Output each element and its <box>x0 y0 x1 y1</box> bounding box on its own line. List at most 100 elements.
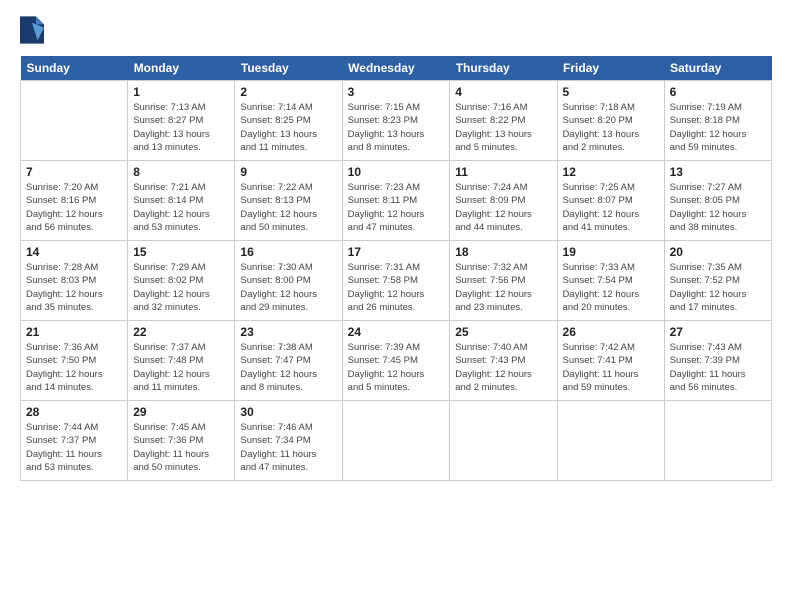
day-number: 24 <box>348 325 445 339</box>
day-number: 3 <box>348 85 445 99</box>
calendar-cell: 22 Sunrise: 7:37 AM Sunset: 7:48 PM Dayli… <box>128 321 235 401</box>
day-number: 6 <box>670 85 766 99</box>
calendar-cell: 30 Sunrise: 7:46 AM Sunset: 7:34 PM Dayli… <box>235 401 342 481</box>
day-info: Sunrise: 7:27 AM Sunset: 8:05 PM Dayligh… <box>670 181 766 234</box>
day-info: Sunrise: 7:19 AM Sunset: 8:18 PM Dayligh… <box>670 101 766 154</box>
calendar-cell: 21 Sunrise: 7:36 AM Sunset: 7:50 PM Dayli… <box>21 321 128 401</box>
calendar-cell: 26 Sunrise: 7:42 AM Sunset: 7:41 PM Dayli… <box>557 321 664 401</box>
day-number: 9 <box>240 165 336 179</box>
day-number: 14 <box>26 245 122 259</box>
calendar-cell: 11 Sunrise: 7:24 AM Sunset: 8:09 PM Dayli… <box>450 161 557 241</box>
calendar-cell <box>450 401 557 481</box>
day-info: Sunrise: 7:35 AM Sunset: 7:52 PM Dayligh… <box>670 261 766 314</box>
day-number: 10 <box>348 165 445 179</box>
day-info: Sunrise: 7:36 AM Sunset: 7:50 PM Dayligh… <box>26 341 122 394</box>
week-row-1: 1Sunrise: 7:13 AM Sunset: 8:27 PM Daylig… <box>21 81 772 161</box>
calendar-cell: 19 Sunrise: 7:33 AM Sunset: 7:54 PM Dayli… <box>557 241 664 321</box>
calendar-cell: 18Sunrise: 7:32 AM Sunset: 7:56 PM Dayli… <box>450 241 557 321</box>
day-info: Sunrise: 7:14 AM Sunset: 8:25 PM Dayligh… <box>240 101 336 154</box>
day-info: Sunrise: 7:37 AM Sunset: 7:48 PM Dayligh… <box>133 341 229 394</box>
day-info: Sunrise: 7:39 AM Sunset: 7:45 PM Dayligh… <box>348 341 445 394</box>
day-number: 5 <box>563 85 659 99</box>
day-number: 25 <box>455 325 551 339</box>
day-info: Sunrise: 7:42 AM Sunset: 7:41 PM Dayligh… <box>563 341 659 394</box>
header <box>20 16 772 44</box>
day-number: 13 <box>670 165 766 179</box>
day-number: 20 <box>670 245 766 259</box>
day-info: Sunrise: 7:40 AM Sunset: 7:43 PM Dayligh… <box>455 341 551 394</box>
week-row-4: 21 Sunrise: 7:36 AM Sunset: 7:50 PM Dayli… <box>21 321 772 401</box>
col-header-wednesday: Wednesday <box>342 56 450 81</box>
col-header-tuesday: Tuesday <box>235 56 342 81</box>
day-info: Sunrise: 7:45 AM Sunset: 7:36 PM Dayligh… <box>133 421 229 474</box>
day-info: Sunrise: 7:20 AM Sunset: 8:16 PM Dayligh… <box>26 181 122 234</box>
day-number: 19 <box>563 245 659 259</box>
day-number: 22 <box>133 325 229 339</box>
week-row-3: 14Sunrise: 7:28 AM Sunset: 8:03 PM Dayli… <box>21 241 772 321</box>
day-info: Sunrise: 7:44 AM Sunset: 7:37 PM Dayligh… <box>26 421 122 474</box>
calendar-cell: 15 Sunrise: 7:29 AM Sunset: 8:02 PM Dayli… <box>128 241 235 321</box>
day-number: 27 <box>670 325 766 339</box>
day-info: Sunrise: 7:33 AM Sunset: 7:54 PM Dayligh… <box>563 261 659 314</box>
day-info: Sunrise: 7:30 AM Sunset: 8:00 PM Dayligh… <box>240 261 336 314</box>
calendar-cell: 12 Sunrise: 7:25 AM Sunset: 8:07 PM Dayli… <box>557 161 664 241</box>
calendar-cell: 27Sunrise: 7:43 AM Sunset: 7:39 PM Dayli… <box>664 321 771 401</box>
day-info: Sunrise: 7:38 AM Sunset: 7:47 PM Dayligh… <box>240 341 336 394</box>
day-info: Sunrise: 7:16 AM Sunset: 8:22 PM Dayligh… <box>455 101 551 154</box>
calendar-cell: 8Sunrise: 7:21 AM Sunset: 8:14 PM Daylig… <box>128 161 235 241</box>
week-row-2: 7 Sunrise: 7:20 AM Sunset: 8:16 PM Daylig… <box>21 161 772 241</box>
day-info: Sunrise: 7:46 AM Sunset: 7:34 PM Dayligh… <box>240 421 336 474</box>
day-info: Sunrise: 7:24 AM Sunset: 8:09 PM Dayligh… <box>455 181 551 234</box>
logo <box>20 16 48 44</box>
calendar-header-row: SundayMondayTuesdayWednesdayThursdayFrid… <box>21 56 772 81</box>
calendar-cell: 16Sunrise: 7:30 AM Sunset: 8:00 PM Dayli… <box>235 241 342 321</box>
calendar-cell: 24 Sunrise: 7:39 AM Sunset: 7:45 PM Dayli… <box>342 321 450 401</box>
day-number: 12 <box>563 165 659 179</box>
calendar-cell <box>342 401 450 481</box>
day-number: 7 <box>26 165 122 179</box>
day-number: 2 <box>240 85 336 99</box>
calendar-cell: 5 Sunrise: 7:18 AM Sunset: 8:20 PM Daylig… <box>557 81 664 161</box>
day-number: 21 <box>26 325 122 339</box>
calendar-cell: 28 Sunrise: 7:44 AM Sunset: 7:37 PM Dayli… <box>21 401 128 481</box>
calendar-cell <box>664 401 771 481</box>
day-info: Sunrise: 7:29 AM Sunset: 8:02 PM Dayligh… <box>133 261 229 314</box>
calendar-cell: 2 Sunrise: 7:14 AM Sunset: 8:25 PM Daylig… <box>235 81 342 161</box>
day-number: 1 <box>133 85 229 99</box>
calendar-cell: 9 Sunrise: 7:22 AM Sunset: 8:13 PM Daylig… <box>235 161 342 241</box>
calendar-cell: 3 Sunrise: 7:15 AM Sunset: 8:23 PM Daylig… <box>342 81 450 161</box>
day-info: Sunrise: 7:15 AM Sunset: 8:23 PM Dayligh… <box>348 101 445 154</box>
week-row-5: 28 Sunrise: 7:44 AM Sunset: 7:37 PM Dayli… <box>21 401 772 481</box>
day-number: 8 <box>133 165 229 179</box>
calendar-cell: 23 Sunrise: 7:38 AM Sunset: 7:47 PM Dayli… <box>235 321 342 401</box>
day-number: 30 <box>240 405 336 419</box>
calendar-cell: 29 Sunrise: 7:45 AM Sunset: 7:36 PM Dayli… <box>128 401 235 481</box>
calendar-cell: 20 Sunrise: 7:35 AM Sunset: 7:52 PM Dayli… <box>664 241 771 321</box>
day-number: 23 <box>240 325 336 339</box>
calendar-table: SundayMondayTuesdayWednesdayThursdayFrid… <box>20 56 772 481</box>
day-number: 18 <box>455 245 551 259</box>
calendar-cell: 6 Sunrise: 7:19 AM Sunset: 8:18 PM Daylig… <box>664 81 771 161</box>
col-header-thursday: Thursday <box>450 56 557 81</box>
col-header-monday: Monday <box>128 56 235 81</box>
calendar-cell <box>557 401 664 481</box>
calendar-cell: 17 Sunrise: 7:31 AM Sunset: 7:58 PM Dayli… <box>342 241 450 321</box>
day-number: 11 <box>455 165 551 179</box>
day-number: 29 <box>133 405 229 419</box>
calendar-cell: 13 Sunrise: 7:27 AM Sunset: 8:05 PM Dayli… <box>664 161 771 241</box>
day-info: Sunrise: 7:22 AM Sunset: 8:13 PM Dayligh… <box>240 181 336 234</box>
calendar-cell: 7 Sunrise: 7:20 AM Sunset: 8:16 PM Daylig… <box>21 161 128 241</box>
day-info: Sunrise: 7:31 AM Sunset: 7:58 PM Dayligh… <box>348 261 445 314</box>
day-info: Sunrise: 7:23 AM Sunset: 8:11 PM Dayligh… <box>348 181 445 234</box>
day-number: 17 <box>348 245 445 259</box>
day-info: Sunrise: 7:25 AM Sunset: 8:07 PM Dayligh… <box>563 181 659 234</box>
day-number: 28 <box>26 405 122 419</box>
calendar-cell: 1Sunrise: 7:13 AM Sunset: 8:27 PM Daylig… <box>128 81 235 161</box>
day-number: 15 <box>133 245 229 259</box>
page: SundayMondayTuesdayWednesdayThursdayFrid… <box>0 0 792 612</box>
day-number: 4 <box>455 85 551 99</box>
day-number: 26 <box>563 325 659 339</box>
day-info: Sunrise: 7:18 AM Sunset: 8:20 PM Dayligh… <box>563 101 659 154</box>
calendar-cell: 14Sunrise: 7:28 AM Sunset: 8:03 PM Dayli… <box>21 241 128 321</box>
col-header-sunday: Sunday <box>21 56 128 81</box>
